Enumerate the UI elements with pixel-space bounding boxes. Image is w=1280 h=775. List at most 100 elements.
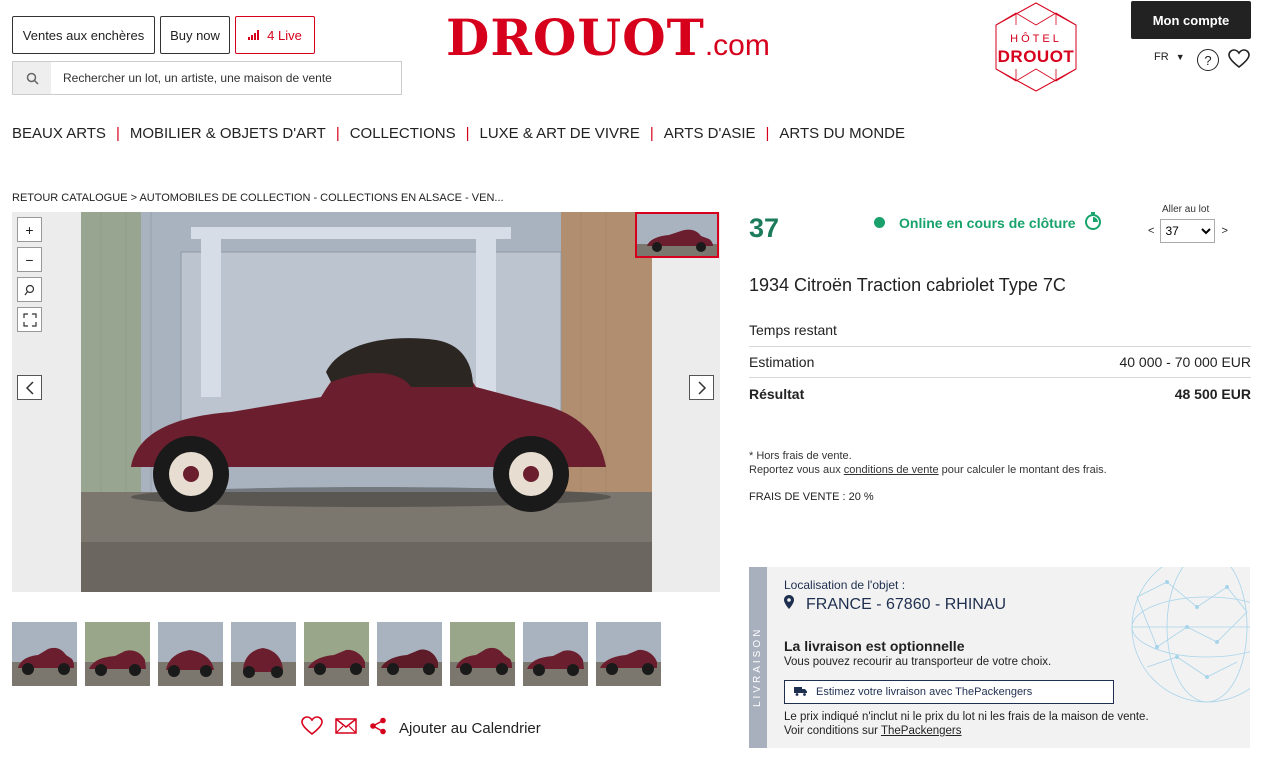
note-line2-pre: Reportez vous aux xyxy=(749,464,844,476)
stopwatch-icon xyxy=(1084,212,1102,233)
location-value: FRANCE - 67860 - RHINAU xyxy=(806,595,1007,613)
hotel-line2: DROUOT xyxy=(997,47,1075,66)
account-label: Mon compte xyxy=(1152,12,1230,28)
location-value-row: FRANCE - 67860 - RHINAU xyxy=(784,595,1006,614)
lot-number: 37 xyxy=(749,213,780,243)
estimate-label: Estimation xyxy=(749,354,815,370)
heart-icon[interactable] xyxy=(1228,49,1250,74)
time-left-row: Temps restant xyxy=(749,322,1251,338)
category-nav: BEAUX ARTS | MOBILIER & OBJETS D'ART | COL… xyxy=(12,125,905,142)
live-label: 4 Live xyxy=(267,27,302,43)
nav-arts-monde[interactable]: ARTS DU MONDE xyxy=(779,125,905,142)
signal-icon xyxy=(248,30,260,40)
nav-beaux-arts[interactable]: BEAUX ARTS xyxy=(12,125,106,142)
lot-actions: Ajouter au Calendrier xyxy=(301,716,541,740)
language-label: FR xyxy=(1154,51,1169,63)
thumbnail[interactable] xyxy=(158,622,223,686)
result-value: 48 500 EUR xyxy=(1174,386,1251,402)
sale-fees: FRAIS DE VENTE : 20 % xyxy=(749,491,874,503)
logo-suffix-text: .com xyxy=(704,29,770,62)
delivery-side-label: LIVRAISON xyxy=(752,626,763,707)
auctions-button[interactable]: Ventes aux enchères xyxy=(12,16,155,54)
result-label: Résultat xyxy=(749,386,805,402)
goto-lot-select[interactable]: 37 xyxy=(1160,219,1216,243)
zoom-out-icon[interactable]: − xyxy=(17,247,42,272)
breadcrumb[interactable]: RETOUR CATALOGUE > AUTOMOBILES DE COLLEC… xyxy=(12,192,504,204)
sale-conditions-link[interactable]: conditions de vente xyxy=(844,464,939,476)
zoom-in-icon[interactable]: + xyxy=(17,217,42,242)
delivery-disclaimer-line2: Voir conditions sur ThePackengers xyxy=(784,725,962,737)
previous-lot-icon[interactable]: < xyxy=(1148,225,1154,237)
auctions-label: Ventes aux enchères xyxy=(22,27,145,43)
logo-main-text: DROUOT xyxy=(446,8,705,67)
help-icon[interactable]: ? xyxy=(1197,49,1219,71)
nav-arts-asie[interactable]: ARTS D'ASIE xyxy=(664,125,756,142)
note-line1: * Hors frais de vente. xyxy=(749,450,852,462)
hotel-line1: HÔTEL xyxy=(1010,33,1062,45)
nav-separator: | xyxy=(765,125,770,142)
thumbnail[interactable] xyxy=(85,622,150,686)
thumbnail[interactable] xyxy=(450,622,515,686)
estimate-value: 40 000 - 70 000 EUR xyxy=(1119,354,1251,370)
drouot-logo[interactable]: DROUOT .com xyxy=(446,8,770,67)
estimate-row: Estimation 40 000 - 70 000 EUR xyxy=(749,346,1251,370)
thumbnail[interactable] xyxy=(304,622,369,686)
goto-lot-label: Aller au lot xyxy=(1162,204,1210,215)
navigator-thumbnail[interactable] xyxy=(635,212,719,258)
hotel-drouot-logo[interactable]: HÔTEL DROUOT xyxy=(990,1,1082,93)
thumbnail[interactable] xyxy=(377,622,442,686)
buy-now-button[interactable]: Buy now xyxy=(160,16,230,54)
delivery-optional-title: La livraison est optionnelle xyxy=(784,638,965,654)
result-row: Résultat 48 500 EUR xyxy=(749,377,1251,402)
thumbnail[interactable] xyxy=(231,622,296,686)
add-to-calendar-link[interactable]: Ajouter au Calendrier xyxy=(399,720,541,737)
thumbnail[interactable] xyxy=(596,622,661,686)
image-viewer: + − xyxy=(12,212,720,592)
chevron-right-icon[interactable] xyxy=(689,375,714,400)
fees-note: * Hors frais de vente. Reportez vous aux… xyxy=(749,449,1107,477)
location-label: Localisation de l'objet : xyxy=(784,578,906,592)
nav-luxe[interactable]: LUXE & ART DE VIVRE xyxy=(479,125,639,142)
magnifier-icon[interactable] xyxy=(17,277,42,302)
truck-icon xyxy=(794,686,808,699)
search-bar xyxy=(12,61,402,95)
lot-status: Online en cours de clôture xyxy=(874,212,1102,233)
map-pin-icon xyxy=(784,595,794,614)
nav-separator: | xyxy=(335,125,340,142)
delivery-box: LIVRAISON Localisation de l'objet : FRAN… xyxy=(749,567,1250,748)
lot-main-image[interactable] xyxy=(81,212,652,592)
next-lot-icon[interactable]: > xyxy=(1221,225,1227,237)
delivery-disclaimer-line1: Le prix indiqué n'inclut ni le prix du l… xyxy=(784,711,1149,723)
goto-lot: < 37 > xyxy=(1148,219,1228,243)
nav-collections[interactable]: COLLECTIONS xyxy=(350,125,456,142)
disclaimer-pre: Voir conditions sur xyxy=(784,725,881,737)
account-button[interactable]: Mon compte xyxy=(1131,1,1251,39)
heart-icon[interactable] xyxy=(301,716,323,740)
thumbnail[interactable] xyxy=(12,622,77,686)
buy-now-label: Buy now xyxy=(170,27,220,43)
delivery-optional-text: Vous pouvez recourir au transporteur de … xyxy=(784,656,1052,668)
note-line2-post: pour calculer le montant des frais. xyxy=(938,464,1107,476)
thumbnail[interactable] xyxy=(523,622,588,686)
time-left-label: Temps restant xyxy=(749,322,837,338)
lot-title: 1934 Citroën Traction cabriolet Type 7C xyxy=(749,275,1066,295)
globe-decoration xyxy=(1131,567,1250,703)
search-icon[interactable] xyxy=(13,62,51,94)
caret-down-icon: ▼ xyxy=(1175,52,1185,62)
status-dot xyxy=(874,217,885,228)
live-button[interactable]: 4 Live xyxy=(235,16,315,54)
nav-mobilier[interactable]: MOBILIER & OBJETS D'ART xyxy=(130,125,326,142)
search-input[interactable] xyxy=(51,62,401,94)
fullscreen-icon[interactable] xyxy=(17,307,42,332)
status-text: Online en cours de clôture xyxy=(899,214,1076,231)
estimate-delivery-label: Estimez votre livraison avec ThePackenge… xyxy=(816,686,1033,698)
share-icon[interactable] xyxy=(369,717,387,739)
thumbnail-strip xyxy=(12,622,661,686)
chevron-left-icon[interactable] xyxy=(17,375,42,400)
estimate-delivery-button[interactable]: Estimez votre livraison avec ThePackenge… xyxy=(784,680,1114,704)
nav-separator: | xyxy=(465,125,470,142)
language-select[interactable]: FR ▼ xyxy=(1154,51,1185,63)
nav-separator: | xyxy=(649,125,654,142)
mail-icon[interactable] xyxy=(335,718,357,738)
packengers-link[interactable]: ThePackengers xyxy=(881,725,962,737)
